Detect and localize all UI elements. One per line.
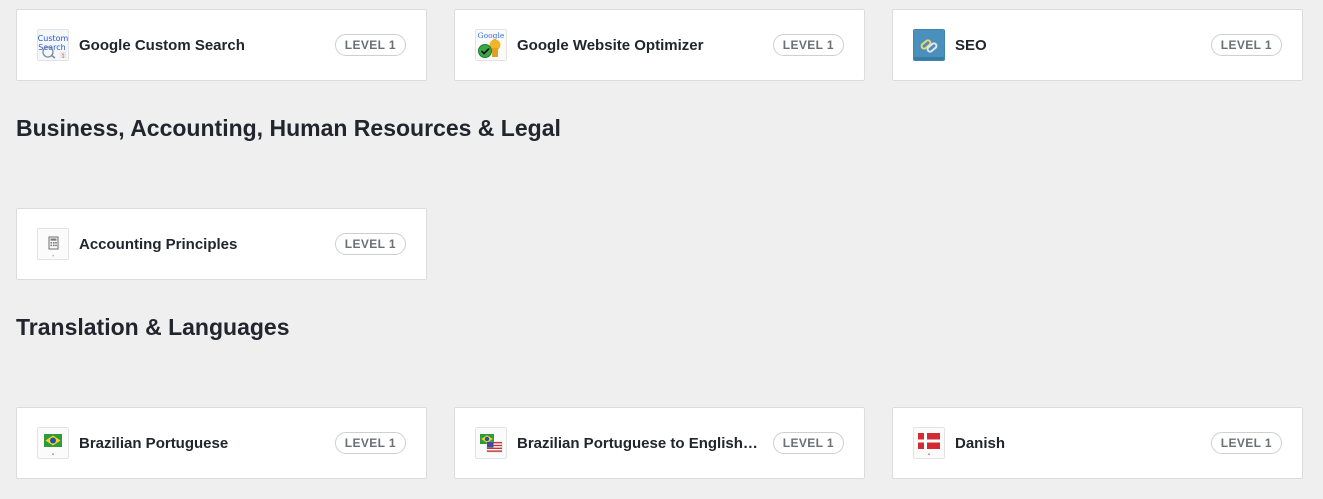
- level-badge: LEVEL 1: [334, 432, 406, 454]
- skill-card-google-website-optimizer[interactable]: Google Google Website Optimizer LEVEL 1: [454, 9, 865, 81]
- brazil-flag-icon: [37, 427, 69, 459]
- skills-row: Custom Search 1 Google Custom Search LEV…: [16, 9, 1303, 81]
- svg-text:Custom: Custom: [38, 34, 68, 43]
- denmark-flag-icon: [913, 427, 945, 459]
- skill-title: Brazilian Portuguese to English Tr...: [517, 434, 761, 452]
- skills-row: Brazilian Portuguese LEVEL 1 Brazilian P…: [16, 407, 1303, 479]
- skill-title: Accounting Principles: [79, 235, 238, 253]
- skill-card-accounting-principles[interactable]: Accounting Principles LEVEL 1: [16, 208, 427, 280]
- svg-text:Google: Google: [478, 31, 505, 40]
- google-custom-search-logo-icon: Custom Search 1: [37, 29, 69, 61]
- calculator-icon: [37, 228, 69, 260]
- level-badge: LEVEL 1: [334, 34, 406, 56]
- skill-title: SEO: [955, 36, 987, 54]
- skills-row: Accounting Principles LEVEL 1: [16, 208, 427, 280]
- section-heading-translation: Translation & Languages: [16, 314, 290, 340]
- section-heading-business: Business, Accounting, Human Resources & …: [16, 115, 561, 141]
- skill-title: Danish: [955, 434, 1006, 452]
- brazil-us-flags-icon: [475, 427, 507, 459]
- seo-link-icon: [913, 29, 945, 61]
- level-badge: LEVEL 1: [334, 233, 406, 255]
- svg-text:1: 1: [62, 54, 65, 60]
- skill-card-google-custom-search[interactable]: Custom Search 1 Google Custom Search LEV…: [16, 9, 427, 81]
- google-website-optimizer-logo-icon: Google: [475, 29, 507, 61]
- level-badge: LEVEL 1: [772, 34, 844, 56]
- level-badge: LEVEL 1: [1210, 432, 1282, 454]
- skill-card-brazilian-portuguese-to-english[interactable]: Brazilian Portuguese to English Tr... LE…: [454, 407, 865, 479]
- svg-text:Search: Search: [38, 43, 65, 52]
- skill-card-danish[interactable]: Danish LEVEL 1: [892, 407, 1303, 479]
- skill-card-brazilian-portuguese[interactable]: Brazilian Portuguese LEVEL 1: [16, 407, 427, 479]
- skill-title: Google Website Optimizer: [517, 36, 704, 54]
- level-badge: LEVEL 1: [1210, 34, 1282, 56]
- skill-title: Brazilian Portuguese: [79, 434, 229, 452]
- skill-title: Google Custom Search: [79, 36, 245, 54]
- skill-card-seo[interactable]: SEO LEVEL 1: [892, 9, 1303, 81]
- level-badge: LEVEL 1: [772, 432, 844, 454]
